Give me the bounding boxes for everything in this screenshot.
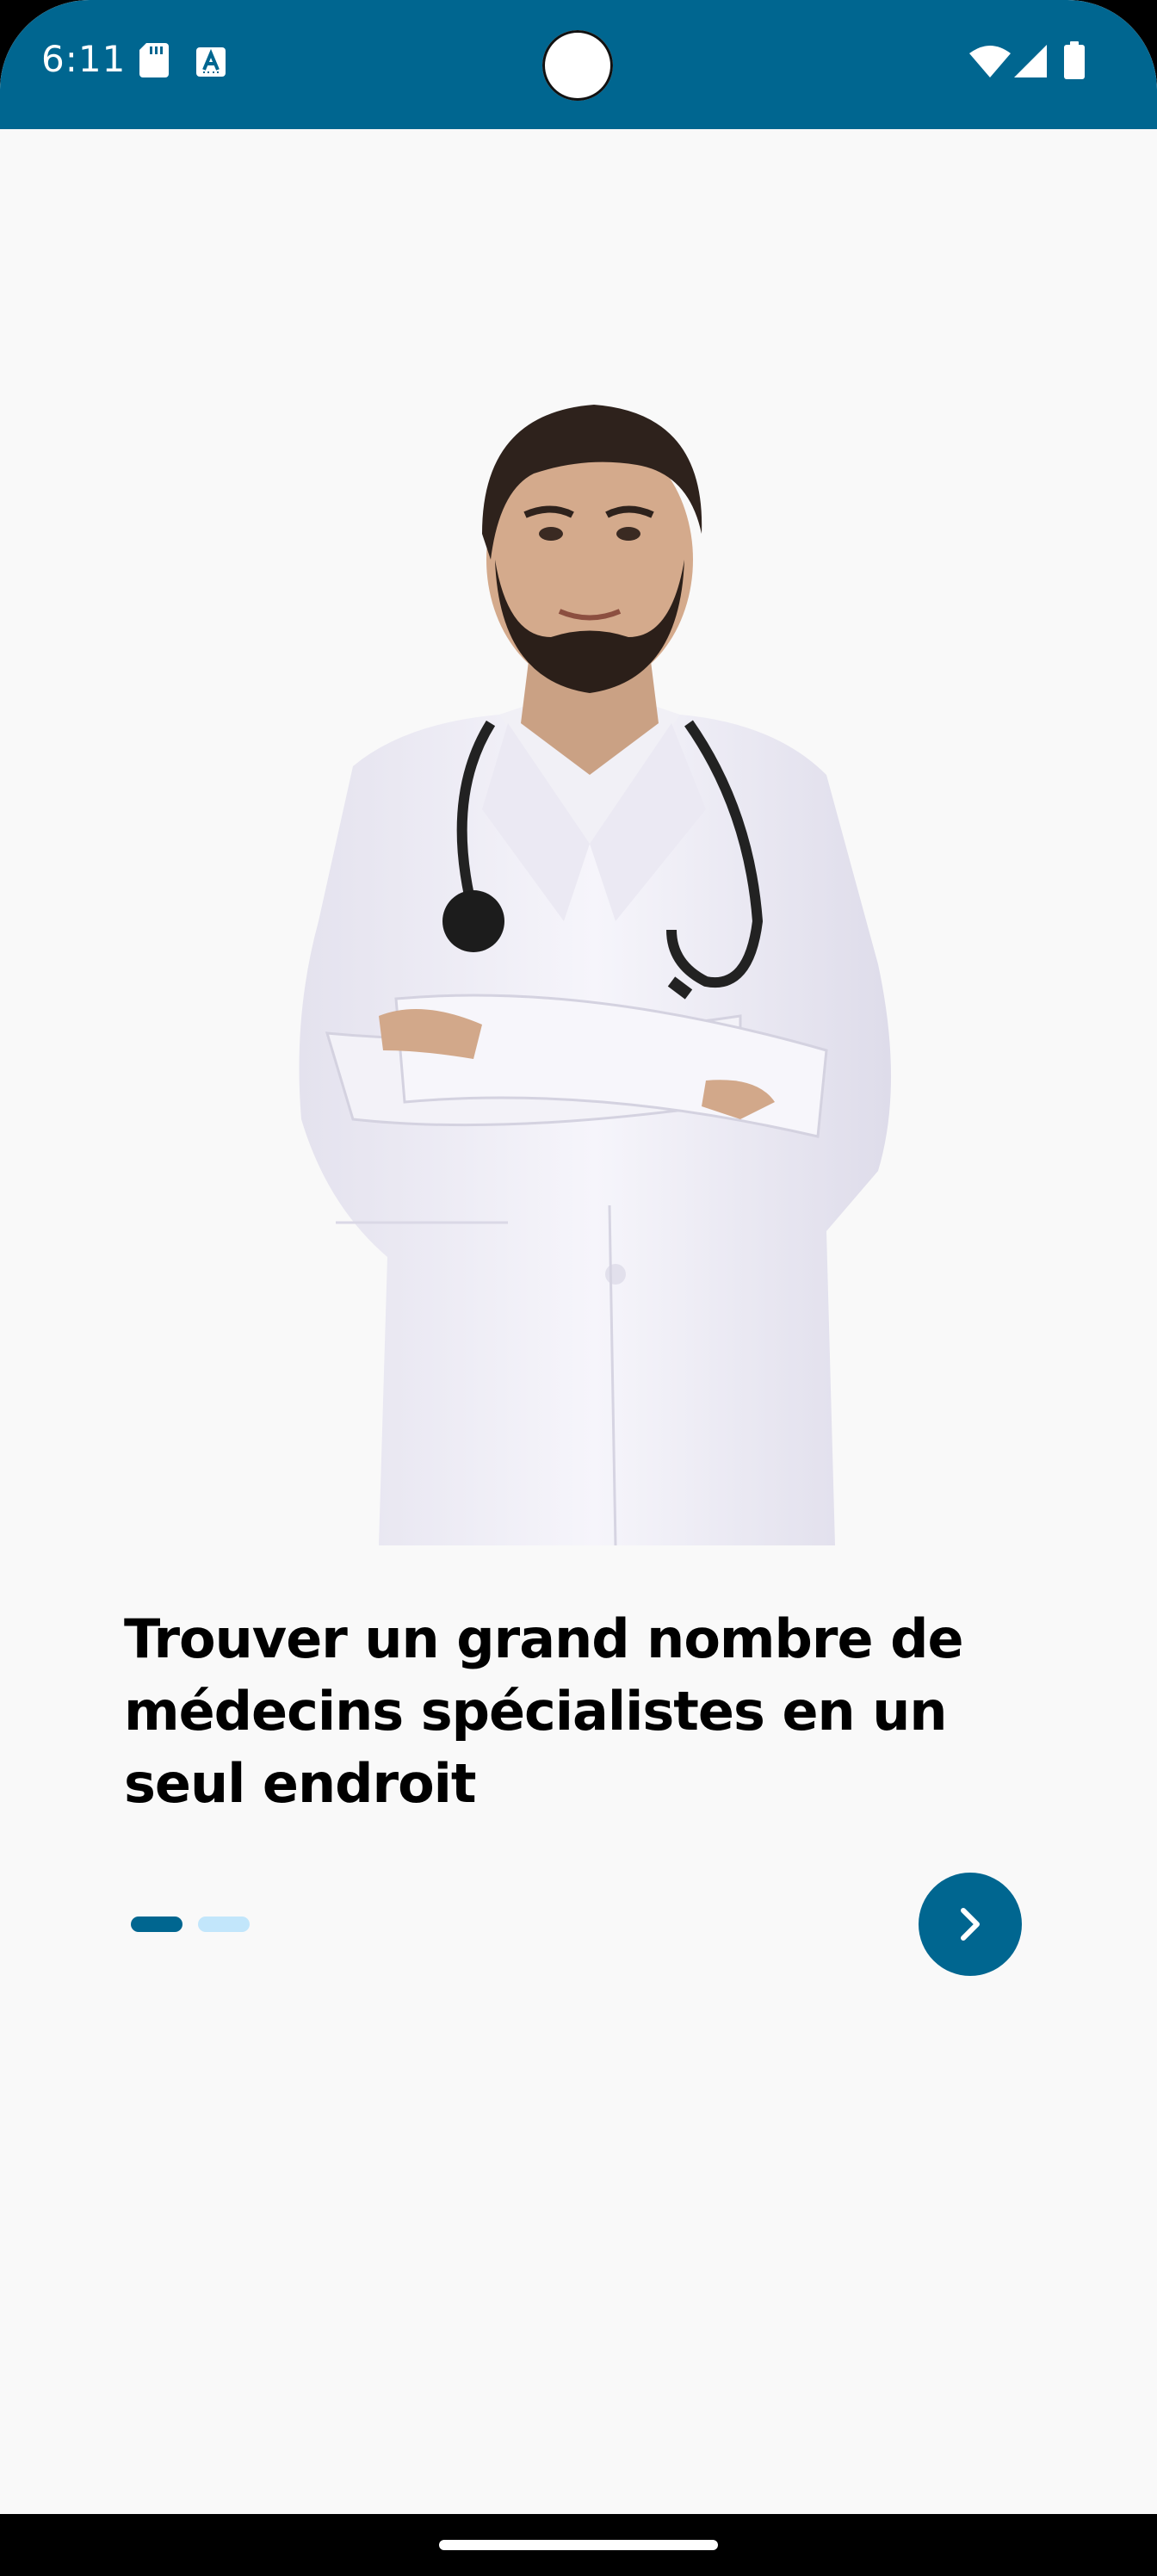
page-indicator-dot-active — [131, 1917, 183, 1932]
onboarding-headline: Trouver un grand nombre de médecins spéc… — [124, 1607, 964, 1815]
home-gesture-handle[interactable] — [439, 2540, 718, 2550]
chevron-right-icon — [961, 1908, 980, 1941]
device-frame: 6:11 Trouver un grand nombre de médecins… — [0, 0, 1157, 2576]
camera-cutout — [542, 30, 613, 101]
next-button[interactable] — [919, 1873, 1022, 1976]
onboarding-screen: 6:11 Trouver un grand nombre de médecins… — [0, 0, 1157, 2576]
page-indicator-dot-inactive — [198, 1917, 250, 1932]
keyboard-a-icon — [196, 47, 226, 81]
cellular-signal-icon — [1014, 45, 1047, 82]
status-time: 6:11 — [41, 38, 127, 80]
wifi-icon — [969, 45, 1011, 82]
status-bar: 6:11 — [0, 0, 1157, 129]
battery-icon — [1064, 41, 1085, 84]
sd-card-icon — [139, 43, 169, 82]
doctor-illustration — [224, 362, 956, 1546]
